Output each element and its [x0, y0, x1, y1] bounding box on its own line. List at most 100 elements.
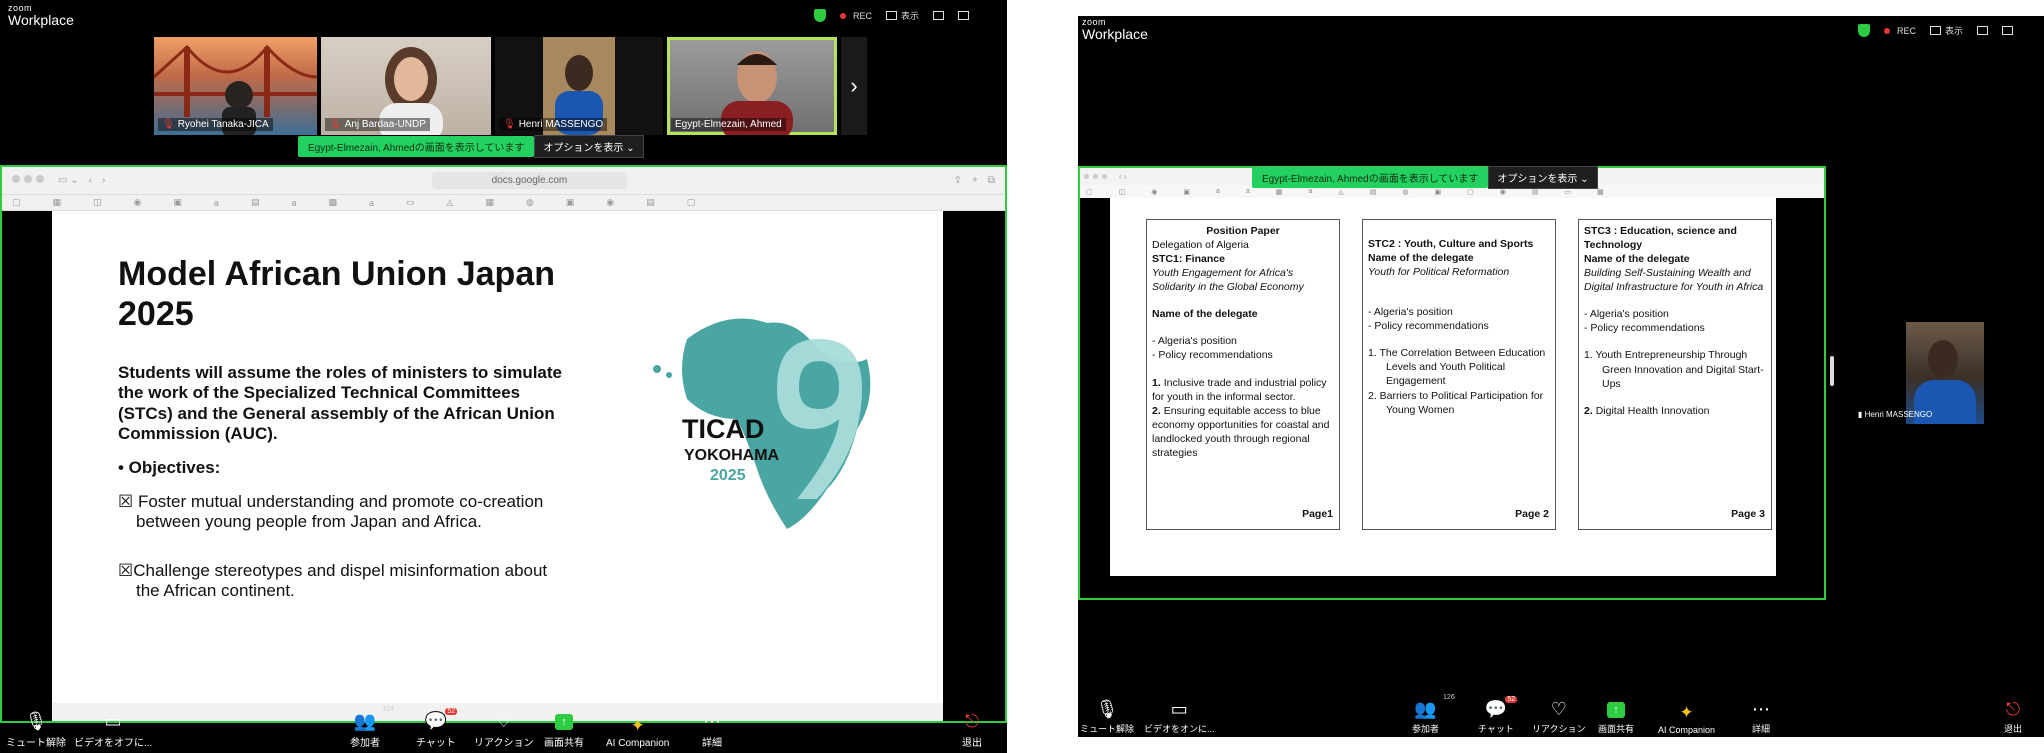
- leave-icon: ⎋: [2005, 699, 2021, 719]
- fullscreen-icon[interactable]: [958, 11, 970, 20]
- participant-tile[interactable]: 🎙 Ryohei Tanaka-JICA: [154, 37, 317, 135]
- share-screen-icon: ↑: [555, 714, 573, 730]
- top-right-controls: REC 表示: [1858, 24, 2014, 37]
- shared-browser-window: ▭ ⌄ ‹ › docs.google.com ⇪ + ⧉ ▢ ▦ ◫ ◉ ▣ a ▤ a ▩ a…: [0, 165, 1007, 723]
- share-screen-button[interactable]: ↑ 画面共有: [1598, 702, 1634, 735]
- participant-name: Ryohei Tanaka-JICA: [177, 119, 269, 130]
- chat-icon: 💬 52: [424, 708, 458, 731]
- sparkle-icon: ✦: [1679, 703, 1694, 722]
- video-camera-icon: ▭: [1170, 699, 1188, 719]
- leave-icon: ⎋: [964, 711, 980, 731]
- sidebar-icon: ▭ ⌄: [58, 175, 79, 186]
- leave-button[interactable]: ⎋ 退出: [962, 712, 982, 749]
- recommendation-item: 1. Youth Entrepreneurship Through Green …: [1584, 349, 1764, 390]
- reactions-button[interactable]: ♡ リアクション: [474, 712, 534, 749]
- sparkle-icon: ✦: [630, 716, 645, 735]
- position-paper-page-1: Position Paper Delegation of Algeria STC…: [1146, 219, 1340, 530]
- participants-button[interactable]: 👥 126 参加者: [1412, 694, 1455, 735]
- reactions-button[interactable]: ♡ リアクション: [1532, 700, 1586, 735]
- position-item: - Algeria's position: [1368, 306, 1453, 319]
- url-text: docs.google.com: [431, 172, 628, 189]
- share-screen-label: 画面共有: [544, 738, 584, 749]
- next-page-arrow-icon[interactable]: ›: [841, 37, 867, 135]
- ai-companion-button[interactable]: ✦ AI Companion: [1658, 704, 1715, 735]
- panel-resize-handle[interactable]: [1830, 356, 1834, 386]
- rec-label: REC: [853, 10, 873, 21]
- share-screen-button[interactable]: ↑ 画面共有: [544, 714, 584, 749]
- heart-icon: ♡: [495, 711, 512, 731]
- policy-item: - Policy recommendations: [1152, 349, 1273, 362]
- ticad-logo-text: TICAD: [682, 414, 765, 444]
- view-options-button[interactable]: オプションを表示 ⌄: [534, 135, 644, 158]
- shield-icon[interactable]: [814, 9, 826, 22]
- view-label: 表示: [901, 11, 920, 21]
- unmute-button[interactable]: 🎙 ミュート解除: [6, 712, 66, 749]
- reactions-label: リアクション: [1532, 724, 1586, 734]
- view-icon: [1930, 26, 1942, 35]
- item-number: 1.: [1152, 376, 1161, 389]
- unmute-button[interactable]: 🎙 ミュート解除: [1080, 700, 1134, 735]
- right-zoom-window: zoom Workplace REC 表示 ‹ › ▢ ◫ ◉ ▣ a a ▦ a ◬ ▤ ◍ ▣ ▢ ◉…: [1078, 16, 2044, 737]
- doc-heading: Position Paper: [1206, 225, 1280, 237]
- recommendation-item: Inclusive trade and industrial policy fo…: [1152, 376, 1327, 403]
- chat-button[interactable]: 💬 52 チャット: [416, 708, 458, 749]
- participant-count: 124: [382, 706, 395, 713]
- view-icon: [886, 11, 898, 20]
- shield-icon[interactable]: [1858, 24, 1870, 37]
- ai-companion-button[interactable]: ✦ AI Companion: [606, 717, 669, 749]
- shared-document: Position Paper Delegation of Algeria STC…: [1110, 198, 1776, 576]
- fullscreen-icon[interactable]: [2002, 26, 2014, 35]
- left-zoom-window: zoom Workplace REC 表示 🎙 Ryohei Tanaka-JIC…: [0, 0, 1007, 753]
- item-number: 2.: [1152, 404, 1161, 417]
- video-button[interactable]: ▭ ビデオをオフに...: [74, 712, 152, 749]
- participant-tile[interactable]: 🎙 Anj Bardaa-UNDP: [321, 37, 491, 135]
- more-dots-icon: ⋯: [703, 711, 721, 731]
- shared-screen-frame: ‹ › ▢ ◫ ◉ ▣ a a ▦ a ◬ ▤ ◍ ▣ ▢ ◉ ▤ ▭ ▦ Position Paper Del…: [1078, 166, 1826, 600]
- participant-tile[interactable]: 🎙 Henri MASSENGO: [495, 37, 663, 135]
- more-button[interactable]: ⋯ 詳細: [1752, 700, 1770, 735]
- position-item: - Algeria's position: [1152, 335, 1237, 348]
- more-label: 詳細: [1752, 724, 1771, 734]
- objective-bullet: ☒ Foster mutual understanding and promot…: [118, 492, 544, 532]
- rec-label: REC: [1897, 25, 1917, 36]
- popout-icon[interactable]: [933, 11, 945, 20]
- heart-icon: ♡: [1550, 699, 1567, 719]
- leave-button[interactable]: ⎋ 退出: [2004, 700, 2022, 735]
- unmute-label: ミュート解除: [1080, 724, 1135, 734]
- stc-topic: Building Self-Sustaining Wealth and Digi…: [1584, 267, 1764, 294]
- delegate-name-label: Name of the delegate: [1584, 253, 1690, 266]
- tabs-icon: ⧉: [987, 175, 995, 186]
- popout-icon[interactable]: [1977, 26, 1989, 35]
- view-button[interactable]: 表示: [886, 9, 919, 22]
- people-icon: 👥 126: [1414, 694, 1455, 719]
- leave-label: 退出: [962, 738, 982, 749]
- participants-button[interactable]: 👥 124 参加者: [350, 706, 394, 749]
- back-icon: ‹: [88, 175, 92, 186]
- position-item: - Algeria's position: [1584, 308, 1669, 321]
- chat-icon: 💬 52: [1484, 696, 1518, 719]
- forward-icon: ›: [101, 175, 106, 186]
- slide-description: Students will assume the roles of minist…: [118, 363, 563, 444]
- view-button[interactable]: 表示: [1930, 24, 1963, 37]
- chat-button[interactable]: 💬 52 チャット: [1478, 696, 1518, 735]
- participant-strip: 🎙 Ryohei Tanaka-JICA 🎙 Anj Bardaa-UNDP 🎙 He…: [154, 37, 867, 135]
- workplace-wordmark: Workplace: [1082, 26, 1148, 42]
- view-label: 表示: [1945, 26, 1964, 36]
- more-button[interactable]: ⋯ 詳細: [702, 712, 722, 749]
- video-camera-icon: ▭: [104, 711, 122, 731]
- policy-item: - Policy recommendations: [1584, 322, 1705, 335]
- chat-badge: 52: [1505, 696, 1518, 703]
- view-options-button[interactable]: オプションを表示 ⌄: [1488, 166, 1598, 189]
- mic-off-icon: 🎙: [329, 119, 342, 130]
- stc-topic: Youth Engagement for Africa's Solidarity…: [1152, 267, 1304, 294]
- share-banner-label: Egypt-Elmezain, Ahmedの画面を表示しています: [298, 136, 535, 157]
- participant-tile-active-speaker[interactable]: Egypt-Elmezain, Ahmed: [667, 37, 837, 135]
- view-options-label: オプションを表示: [543, 143, 624, 154]
- speaker-video-tile[interactable]: [1906, 322, 1984, 424]
- participant-name-tag: 🎙 Ryohei Tanaka-JICA: [158, 118, 273, 131]
- participant-name: Anj Bardaa-UNDP: [344, 119, 426, 130]
- participant-name-tag: 🎙 Anj Bardaa-UNDP: [325, 118, 430, 131]
- ai-companion-label: AI Companion: [1658, 725, 1716, 735]
- more-label: 詳細: [702, 738, 722, 749]
- video-button[interactable]: ▭ ビデオをオンに...: [1144, 700, 1215, 735]
